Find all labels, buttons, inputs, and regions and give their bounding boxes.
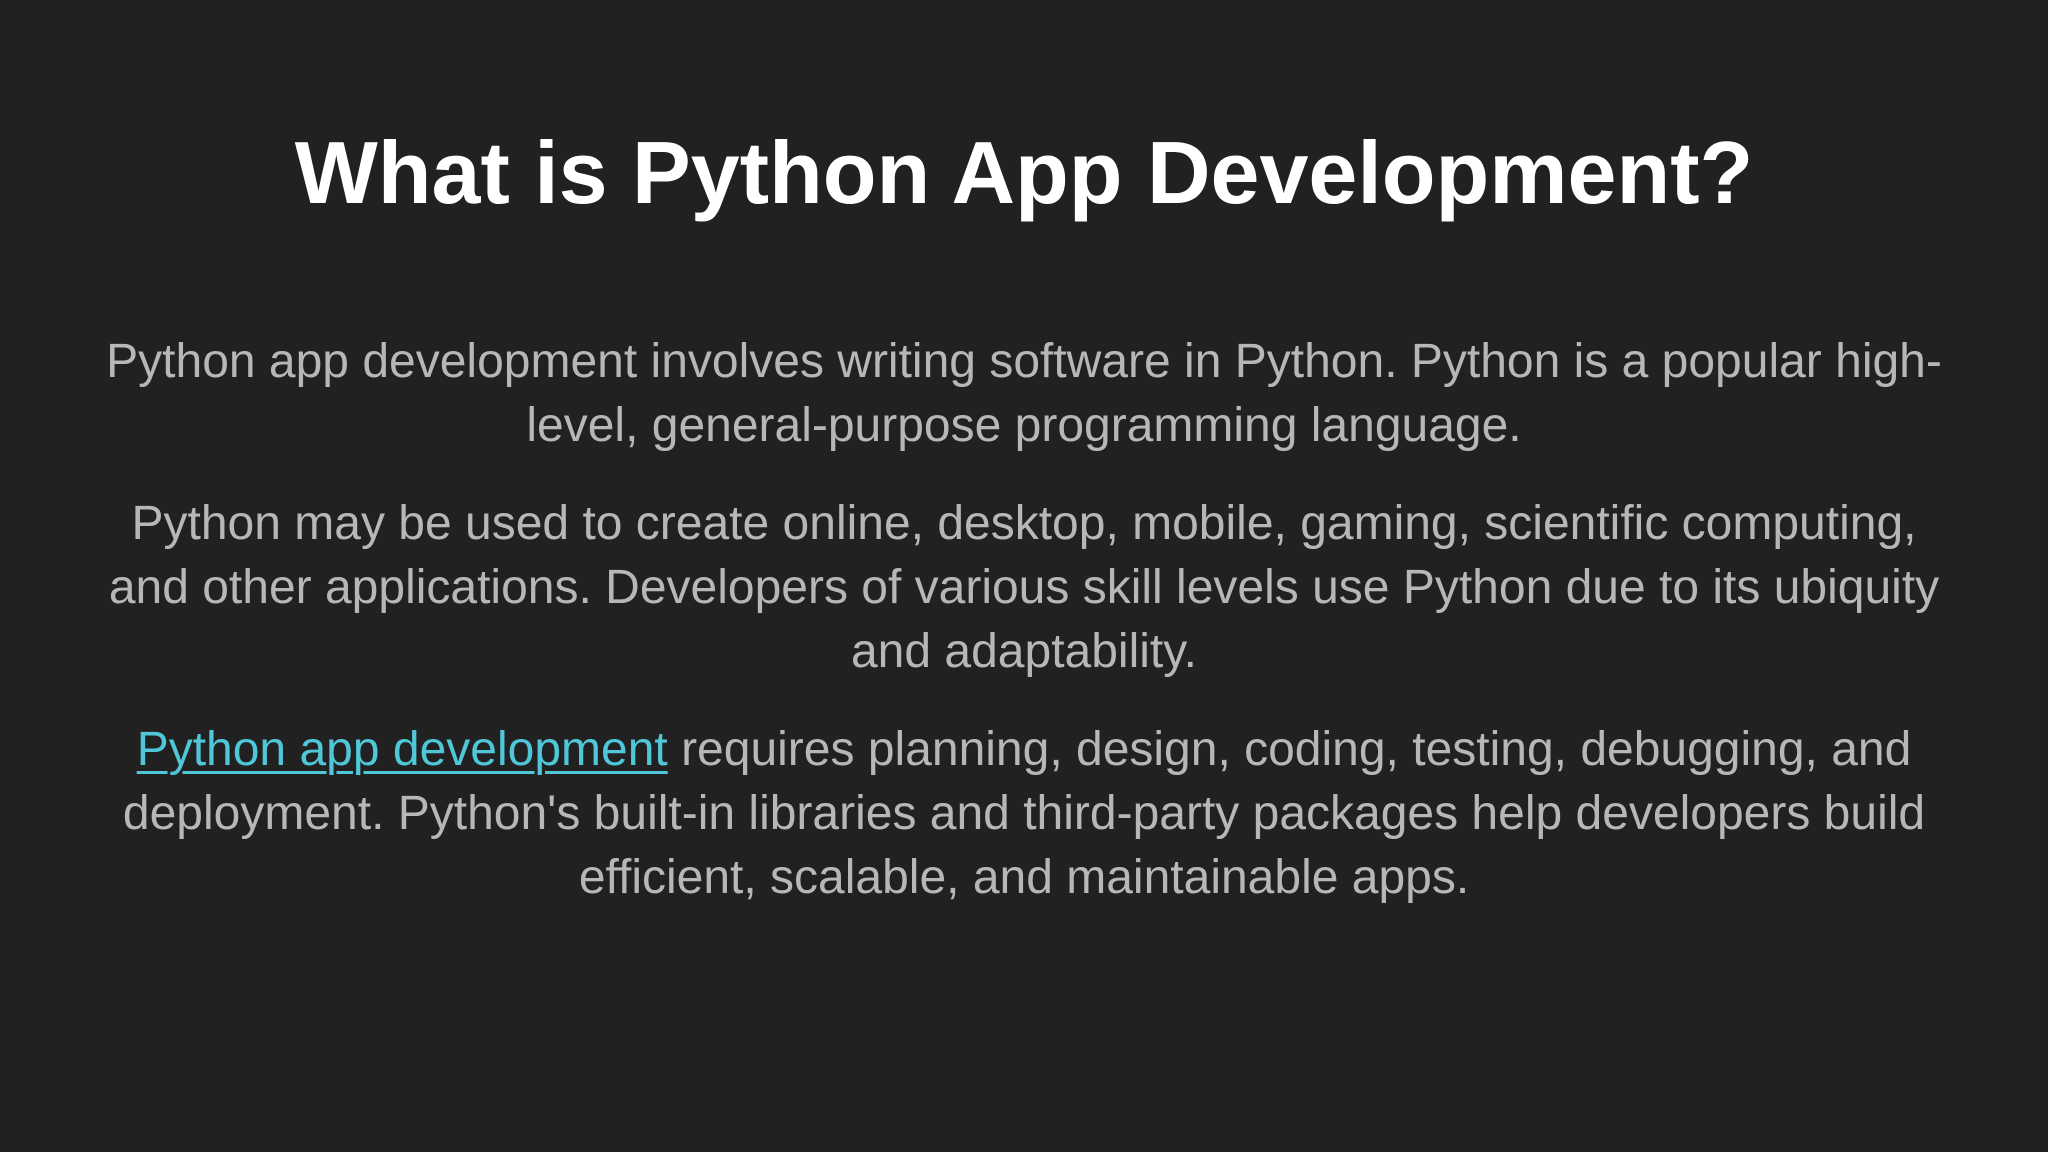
slide-title: What is Python App Development?: [294, 123, 1754, 222]
slide: What is Python App Development? Python a…: [0, 0, 2048, 1152]
paragraph-uses: Python may be used to create online, des…: [108, 497, 1940, 678]
paragraph-process: Python app development requires planning…: [100, 718, 1948, 910]
python-app-development-link[interactable]: Python app development: [137, 723, 668, 776]
slide-body: Python app development involves writing …: [100, 330, 1948, 944]
paragraph-intro: Python app development involves writing …: [106, 335, 1942, 452]
